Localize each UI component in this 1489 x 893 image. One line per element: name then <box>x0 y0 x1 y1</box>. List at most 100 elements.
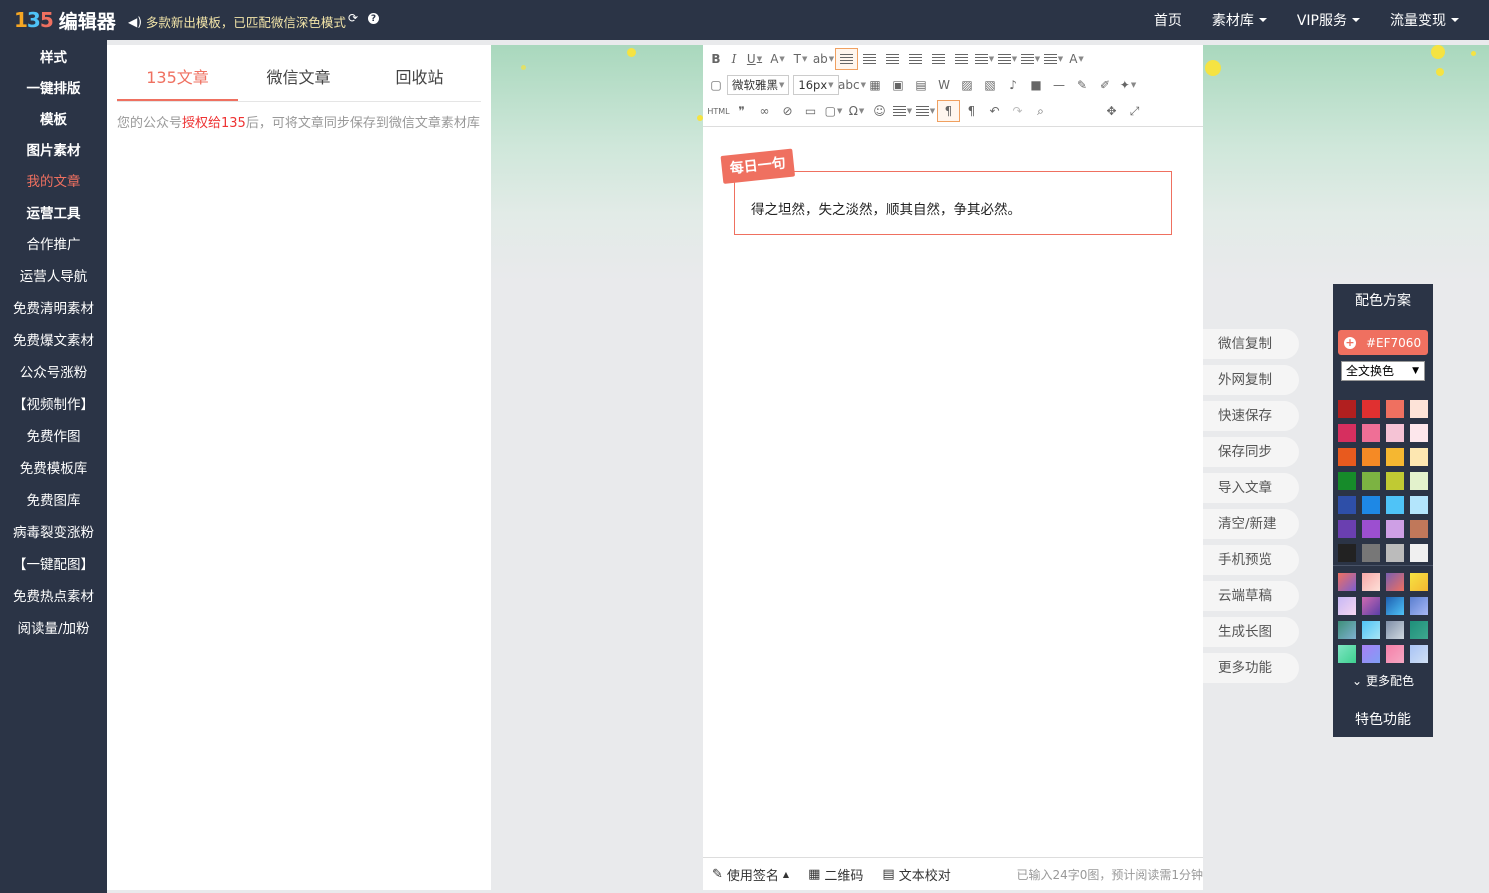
sidebar-item-reads[interactable]: 阅读量/加粉 <box>0 611 107 643</box>
gradient-swatch[interactable] <box>1362 645 1380 663</box>
sidebar-item-qingming[interactable]: 免费清明素材 <box>0 291 107 323</box>
color-swatch[interactable] <box>1362 472 1380 490</box>
gradient-swatch[interactable] <box>1410 597 1428 615</box>
new-doc-icon[interactable]: ▢ <box>707 74 725 96</box>
color-swatch[interactable] <box>1338 424 1356 442</box>
proofread-button[interactable]: ▤ 文本校对 <box>882 865 950 884</box>
color-swatch[interactable] <box>1338 520 1356 538</box>
gradient-swatch[interactable] <box>1338 597 1356 615</box>
sidebar-item-images[interactable]: 图片素材 <box>0 133 107 164</box>
color-swatch[interactable] <box>1410 544 1428 562</box>
color-swatch[interactable] <box>1410 496 1428 514</box>
external-copy-button[interactable]: 外网复制 <box>1203 365 1299 395</box>
sidebar-item-auto-image[interactable]: 【一键配图】 <box>0 547 107 579</box>
color-swatch[interactable] <box>1338 544 1356 562</box>
nav-home[interactable]: 首页 <box>1154 10 1182 30</box>
font-family-select[interactable]: 微软雅黑 ▼ <box>727 75 790 95</box>
sidebar-item-followers[interactable]: 公众号涨粉 <box>0 355 107 387</box>
move-icon[interactable]: ✥ <box>1100 100 1123 122</box>
refresh-icon[interactable]: ⟳ <box>346 11 360 25</box>
emoji-icon[interactable]: ☺ <box>868 100 891 122</box>
gradient-swatch[interactable] <box>1386 597 1404 615</box>
sidebar-item-ops-nav[interactable]: 运营人导航 <box>0 259 107 291</box>
image-icon[interactable]: ▣ <box>887 74 910 96</box>
frame-icon[interactable]: ▢ ▼ <box>822 100 845 122</box>
line-height-icon[interactable]: ▼ <box>996 48 1019 70</box>
authorize-link[interactable]: 授权给135 <box>182 116 246 131</box>
color-swatch[interactable] <box>1410 472 1428 490</box>
more-colors-button[interactable]: ⌄ 更多配色 <box>1333 672 1433 689</box>
gradient-swatch[interactable] <box>1338 645 1356 663</box>
quote-icon[interactable]: ❞ <box>730 100 753 122</box>
color-swatch[interactable] <box>1410 400 1428 418</box>
color-mode-select[interactable]: 全文换色 ▼ <box>1341 361 1425 381</box>
clear-format-icon[interactable]: A ▼ <box>1065 48 1088 70</box>
multi-image-icon[interactable]: ▧ <box>979 74 1002 96</box>
justify-icon[interactable] <box>927 48 950 70</box>
nav-materials[interactable]: 素材库 <box>1212 10 1267 30</box>
color-swatch[interactable] <box>1386 448 1404 466</box>
more-functions-button[interactable]: 更多功能 <box>1203 653 1299 683</box>
highlight-icon[interactable]: ab ▼ <box>812 48 835 70</box>
align-right-icon[interactable] <box>881 48 904 70</box>
sidebar-item-style[interactable]: 样式 <box>0 40 107 71</box>
special-char-icon[interactable]: Ω ▼ <box>845 100 868 122</box>
link-icon[interactable]: ∞ <box>753 100 776 122</box>
sidebar-item-my-articles[interactable]: 我的文章 <box>0 164 107 196</box>
sidebar-item-template[interactable]: 模板 <box>0 102 107 133</box>
signature-button[interactable]: ✎ 使用签名 ▲ <box>712 865 789 884</box>
gradient-swatch[interactable] <box>1338 573 1356 591</box>
quick-save-button[interactable]: 快速保存 <box>1203 401 1299 431</box>
font-size-select[interactable]: 16px ▼ <box>793 75 839 95</box>
feature-button[interactable]: 特色功能 <box>1333 704 1433 737</box>
color-swatch[interactable] <box>1362 544 1380 562</box>
color-swatch[interactable] <box>1410 448 1428 466</box>
fullscreen-icon[interactable]: ⤢ <box>1123 100 1146 122</box>
current-color-button[interactable]: + #EF7060 <box>1338 330 1428 355</box>
save-sync-button[interactable]: 保存同步 <box>1203 437 1299 467</box>
ordered-list-icon[interactable]: ▼ <box>891 100 914 122</box>
align-center-icon[interactable] <box>858 48 881 70</box>
unordered-list-icon[interactable]: ▼ <box>914 100 937 122</box>
gradient-swatch[interactable] <box>1410 621 1428 639</box>
table-icon[interactable]: ▦ <box>864 74 887 96</box>
font-color-icon[interactable]: A ▼ <box>766 48 789 70</box>
color-swatch[interactable] <box>1410 424 1428 442</box>
format-brush-icon[interactable]: ✎ <box>1071 74 1094 96</box>
paragraph-spacing-icon[interactable]: ▼ <box>1019 48 1042 70</box>
unlink-icon[interactable]: ⊘ <box>776 100 799 122</box>
rtl-icon[interactable]: ¶ <box>960 100 983 122</box>
eraser-icon[interactable]: ✐ <box>1094 74 1117 96</box>
sidebar-item-free-templates[interactable]: 免费模板库 <box>0 451 107 483</box>
nav-monetize[interactable]: 流量变现 <box>1390 10 1459 30</box>
tab-recycle-bin[interactable]: 回收站 <box>359 55 480 101</box>
gradient-swatch[interactable] <box>1338 621 1356 639</box>
divider-icon[interactable]: — <box>1048 74 1071 96</box>
gradient-swatch[interactable] <box>1410 645 1428 663</box>
color-swatch[interactable] <box>1338 448 1356 466</box>
sidebar-item-free-design[interactable]: 免费作图 <box>0 419 107 451</box>
search-icon[interactable]: ⌕ <box>1029 100 1052 122</box>
notice[interactable]: ◀) 多款新出模板，已匹配微信深色模式 <box>128 12 346 31</box>
color-swatch[interactable] <box>1410 520 1428 538</box>
color-swatch[interactable] <box>1386 424 1404 442</box>
align-left-icon[interactable] <box>835 48 858 70</box>
ltr-icon[interactable]: ¶ <box>937 100 960 122</box>
redo-icon[interactable]: ↷ <box>1006 100 1029 122</box>
sidebar-item-one-click-layout[interactable]: 一键排版 <box>0 71 107 102</box>
sidebar-item-fission[interactable]: 病毒裂变涨粉 <box>0 515 107 547</box>
gradient-swatch[interactable] <box>1362 621 1380 639</box>
color-swatch[interactable] <box>1386 544 1404 562</box>
sidebar-item-ops-tools[interactable]: 运营工具 <box>0 196 107 227</box>
color-swatch[interactable] <box>1362 448 1380 466</box>
gradient-swatch[interactable] <box>1410 573 1428 591</box>
bold-icon[interactable]: B <box>707 48 725 70</box>
block-icon[interactable]: ▭ <box>799 100 822 122</box>
gradient-swatch[interactable] <box>1386 621 1404 639</box>
italic-icon[interactable]: I <box>725 48 743 70</box>
color-swatch[interactable] <box>1338 472 1356 490</box>
sidebar-item-partnership[interactable]: 合作推广 <box>0 227 107 259</box>
color-swatch[interactable] <box>1386 472 1404 490</box>
mobile-preview-button[interactable]: 手机预览 <box>1203 545 1299 575</box>
gradient-swatch[interactable] <box>1386 573 1404 591</box>
